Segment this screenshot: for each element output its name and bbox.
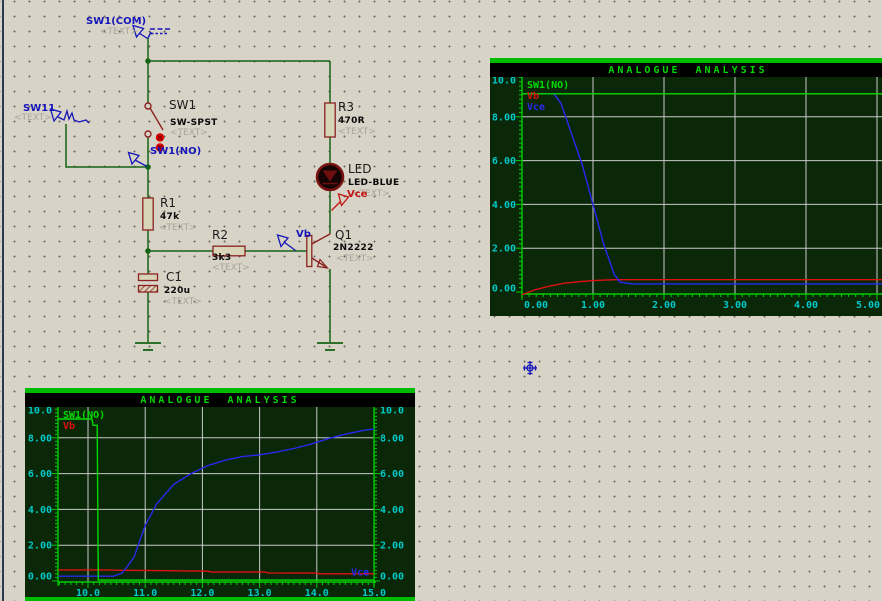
probe-vb[interactable]: [276, 234, 296, 252]
origin-marker: [523, 361, 537, 375]
legend-Vce: Vce: [527, 102, 545, 113]
svg-text:0.00: 0.00: [524, 300, 548, 311]
analysis-plot-bottom[interactable]: 0.00 0.00 2.00 2.00 4.00 4.00 6.00 6.00 8.00 8.00…: [25, 388, 415, 601]
svg-text:4.00: 4.00: [794, 300, 818, 311]
window-bottom-border: [25, 597, 415, 601]
svg-text:1.00: 1.00: [581, 300, 605, 311]
svg-text:4.00: 4.00: [380, 505, 404, 516]
resistor-r2[interactable]: [212, 245, 246, 257]
svg-text:0.00: 0.00: [28, 572, 52, 583]
svg-text:4.00: 4.00: [28, 505, 52, 516]
probe-sw1com[interactable]: [132, 24, 148, 40]
resistor-r3[interactable]: [324, 102, 336, 138]
capacitor-c1[interactable]: [137, 273, 159, 293]
trace-Vb: [58, 569, 374, 575]
analysis-window-top-right[interactable]: 0.00 2.00 4.00 6.00 8.00 10.0 0.00 1.00 2.00 3.00…: [490, 58, 882, 316]
probe-sw1no[interactable]: [127, 151, 148, 168]
switch-toggle-marker-down[interactable]: [155, 143, 165, 152]
svg-text:0.00: 0.00: [380, 572, 404, 583]
ground-symbol-right[interactable]: [317, 342, 343, 351]
analysis-titlebar[interactable]: ANALOGUE ANALYSIS: [490, 63, 882, 77]
legend-Vb: Vb: [63, 421, 75, 432]
analysis-plot-top[interactable]: 0.00 2.00 4.00 6.00 8.00 10.0 0.00 1.00 2.00 3.00…: [490, 58, 882, 316]
resistor-r1[interactable]: [142, 197, 154, 231]
svg-text:0.00: 0.00: [492, 284, 516, 295]
transistor-q1[interactable]: [306, 233, 331, 269]
probe-vce[interactable]: [331, 193, 350, 211]
wires[interactable]: [65, 38, 331, 342]
trace-SW1(NO): [58, 418, 374, 581]
legend-Vb: Vb: [527, 91, 539, 102]
svg-text:2.00: 2.00: [652, 300, 676, 311]
svg-text:6.00: 6.00: [492, 156, 516, 167]
dc-source-icon[interactable]: [147, 28, 171, 39]
svg-text:6.00: 6.00: [28, 469, 52, 480]
svg-text:10.0: 10.0: [380, 406, 404, 417]
svg-text:10.0: 10.0: [492, 76, 516, 87]
trace-label-Vce: Vce: [351, 568, 369, 579]
switch-sw1[interactable]: [144, 102, 164, 138]
analysis-title: ANALOGUE ANALYSIS: [140, 394, 300, 406]
svg-text:6.00: 6.00: [380, 469, 404, 480]
svg-text:2.00: 2.00: [492, 244, 516, 255]
switch-toggle-marker-up[interactable]: [155, 133, 165, 142]
generator-sw11-icon[interactable]: [49, 108, 90, 124]
svg-text:4.00: 4.00: [492, 200, 516, 211]
svg-text:5.00: 5.00: [856, 300, 880, 311]
led-diode[interactable]: [315, 162, 345, 192]
analysis-title: ANALOGUE ANALYSIS: [608, 64, 768, 76]
trace-Vce: [58, 428, 375, 577]
svg-text:10.0: 10.0: [28, 406, 52, 417]
svg-text:8.00: 8.00: [28, 433, 52, 444]
analysis-titlebar[interactable]: ANALOGUE ANALYSIS: [25, 393, 415, 407]
svg-text:2.00: 2.00: [380, 541, 404, 552]
ground-symbol-left[interactable]: [135, 342, 161, 351]
svg-text:2.00: 2.00: [28, 541, 52, 552]
analysis-window-bottom-left[interactable]: 0.00 0.00 2.00 2.00 4.00 4.00 6.00 6.00 8.00 8.00…: [25, 388, 415, 601]
trace-Vce: [522, 93, 882, 285]
legend-SW1(NO): SW1(NO): [527, 80, 569, 91]
svg-text:3.00: 3.00: [723, 300, 747, 311]
svg-text:8.00: 8.00: [492, 112, 516, 123]
legend-SW1(NO): SW1(NO): [63, 410, 105, 421]
trace-Vb: [521, 278, 882, 296]
svg-text:8.00: 8.00: [380, 433, 404, 444]
